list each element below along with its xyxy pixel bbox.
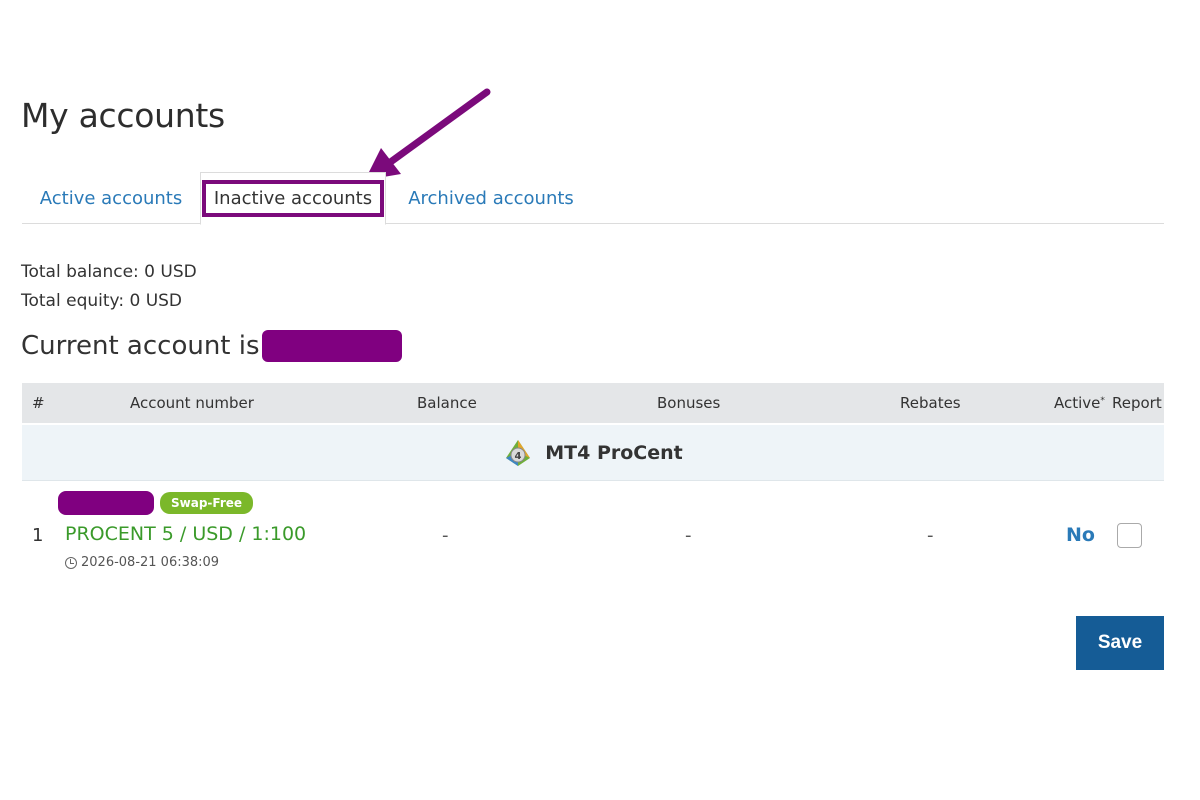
cell-bonuses: - bbox=[685, 525, 692, 546]
table-row: Swap-Free 1 PROCENT 5 / USD / 1:100 2026… bbox=[22, 481, 1164, 583]
current-account: Current account is bbox=[21, 330, 402, 362]
svg-text:4: 4 bbox=[515, 451, 522, 462]
row-number: 1 bbox=[32, 525, 44, 546]
header-num: # bbox=[32, 394, 45, 412]
cell-balance: - bbox=[442, 525, 449, 546]
accounts-table: # Account number Balance Bonuses Rebates… bbox=[22, 383, 1164, 583]
tab-archived-accounts[interactable]: Archived accounts bbox=[398, 172, 584, 224]
header-active: Active * bbox=[1054, 383, 1105, 423]
header-report: Report bbox=[1112, 394, 1162, 412]
account-created-date: 2026-08-21 06:38:09 bbox=[65, 555, 219, 570]
tab-inactive-accounts[interactable]: Inactive accounts bbox=[200, 172, 386, 225]
group-label: MT4 ProCent bbox=[545, 441, 683, 464]
account-badges: Swap-Free bbox=[58, 491, 254, 515]
redacted-badge bbox=[58, 491, 154, 515]
clock-icon bbox=[65, 556, 77, 569]
active-toggle-link[interactable]: No bbox=[1066, 524, 1095, 546]
redacted-account-number bbox=[261, 330, 402, 362]
header-balance: Balance bbox=[417, 394, 477, 412]
header-bonuses: Bonuses bbox=[657, 394, 721, 412]
mt4-icon: 4 bbox=[506, 439, 531, 466]
header-active-label: Active bbox=[1054, 394, 1101, 412]
header-active-mark: * bbox=[1100, 396, 1105, 406]
total-balance: Total balance: 0 USD bbox=[21, 262, 197, 282]
tab-active-accounts[interactable]: Active accounts bbox=[22, 172, 200, 224]
current-account-label: Current account is bbox=[21, 331, 260, 361]
report-checkbox[interactable] bbox=[1117, 523, 1142, 548]
account-tabs: Active accounts Inactive accounts Archiv… bbox=[22, 172, 1164, 225]
header-rebates: Rebates bbox=[900, 394, 961, 412]
swap-free-badge: Swap-Free bbox=[160, 492, 254, 514]
cell-rebates: - bbox=[927, 525, 934, 546]
tab-inactive-label: Inactive accounts bbox=[201, 180, 385, 217]
page-title: My accounts bbox=[21, 96, 225, 135]
save-button[interactable]: Save bbox=[1076, 616, 1164, 670]
balance-summary: Total balance: 0 USD Total equity: 0 USD bbox=[21, 258, 197, 316]
total-equity: Total equity: 0 USD bbox=[21, 291, 183, 311]
header-account-number: Account number bbox=[130, 394, 254, 412]
group-row-mt4-procent: 4 MT4 ProCent bbox=[22, 423, 1164, 481]
table-header: # Account number Balance Bonuses Rebates… bbox=[22, 383, 1164, 423]
annotation-arrow-icon bbox=[365, 88, 491, 180]
account-name-link[interactable]: PROCENT 5 / USD / 1:100 bbox=[65, 523, 306, 545]
account-date-text: 2026-08-21 06:38:09 bbox=[81, 555, 220, 570]
